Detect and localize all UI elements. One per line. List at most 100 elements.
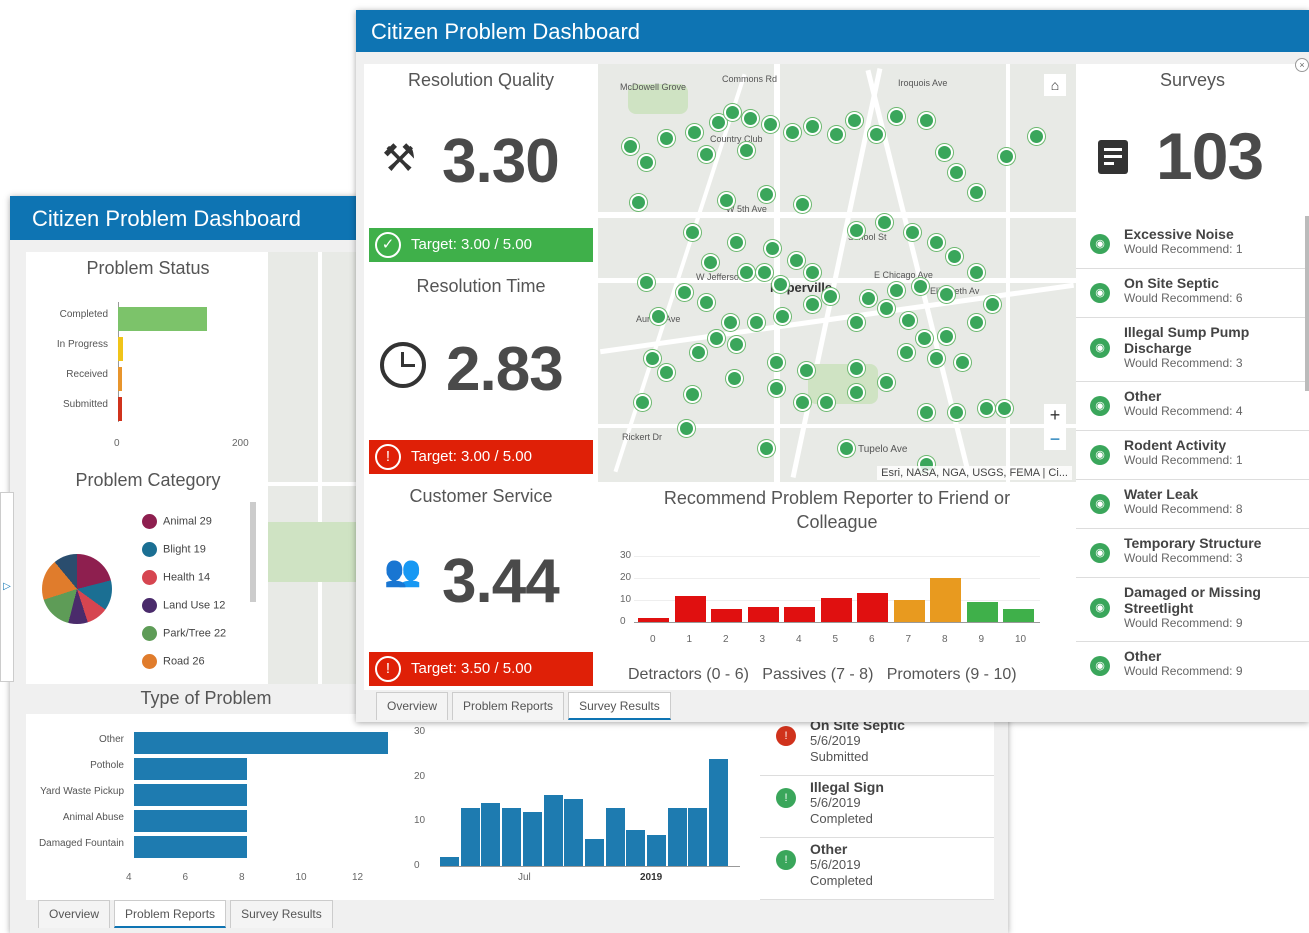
map-problem-marker[interactable]	[774, 308, 791, 325]
map-problem-marker[interactable]	[686, 124, 703, 141]
map-problem-marker[interactable]	[978, 400, 995, 417]
map-problem-marker[interactable]	[794, 394, 811, 411]
map-problem-marker[interactable]	[984, 296, 1001, 313]
survey-item[interactable]: ◉ Rodent Activity Would Recommend: 1	[1076, 431, 1309, 480]
map-problem-marker[interactable]	[848, 314, 865, 331]
map-problem-marker[interactable]	[764, 240, 781, 257]
map-problem-marker[interactable]	[658, 364, 675, 381]
map-problem-marker[interactable]	[728, 336, 745, 353]
map-problem-marker[interactable]	[868, 126, 885, 143]
map-problem-marker[interactable]	[756, 264, 773, 281]
survey-item[interactable]: ◉ Other Would Recommend: 4	[1076, 382, 1309, 431]
survey-item[interactable]: ◉ On Site Septic Would Recommend: 6	[1076, 269, 1309, 318]
map-problem-marker[interactable]	[724, 104, 741, 121]
map-problem-marker[interactable]	[948, 164, 965, 181]
map-problem-marker[interactable]	[888, 282, 905, 299]
map-problem-marker[interactable]	[928, 350, 945, 367]
map-problem-marker[interactable]	[684, 224, 701, 241]
map-problem-marker[interactable]	[658, 130, 675, 147]
map-problem-marker[interactable]	[804, 296, 821, 313]
map-problem-marker[interactable]	[954, 354, 971, 371]
map-problem-marker[interactable]	[644, 350, 661, 367]
map-problem-marker[interactable]	[878, 300, 895, 317]
map-problem-marker[interactable]	[784, 124, 801, 141]
map-problem-marker[interactable]	[762, 116, 779, 133]
map-problem-marker[interactable]	[948, 404, 965, 421]
map-problem-marker[interactable]	[876, 214, 893, 231]
survey-item[interactable]: ◉ Water Leak Would Recommend: 8	[1076, 480, 1309, 529]
map-problem-marker[interactable]	[998, 148, 1015, 165]
problem-map[interactable]: NapervilleW 5th AveW JeffersonAurora Ave…	[598, 64, 1076, 482]
home-button[interactable]: ⌂	[1044, 74, 1066, 96]
survey-scrollbar[interactable]	[1305, 216, 1309, 391]
map-problem-marker[interactable]	[768, 380, 785, 397]
map-problem-marker[interactable]	[936, 144, 953, 161]
map-problem-marker[interactable]	[912, 278, 929, 295]
map-problem-marker[interactable]	[634, 394, 651, 411]
survey-item[interactable]: ◉ Excessive Noise Would Recommend: 1	[1076, 220, 1309, 269]
map-problem-marker[interactable]	[838, 440, 855, 457]
map-problem-marker[interactable]	[798, 362, 815, 379]
map-problem-marker[interactable]	[794, 196, 811, 213]
map-problem-marker[interactable]	[702, 254, 719, 271]
map-problem-marker[interactable]	[904, 224, 921, 241]
map-problem-marker[interactable]	[938, 286, 955, 303]
map-problem-marker[interactable]	[726, 370, 743, 387]
map-problem-marker[interactable]	[888, 108, 905, 125]
survey-item[interactable]: ◉ Temporary Structure Would Recommend: 3	[1076, 529, 1309, 578]
map-problem-marker[interactable]	[848, 384, 865, 401]
category-scrollbar[interactable]	[250, 502, 256, 602]
map-problem-marker[interactable]	[758, 440, 775, 457]
map-problem-marker[interactable]	[650, 308, 667, 325]
back-tab-overview[interactable]: Overview	[38, 900, 111, 928]
map-problem-marker[interactable]	[822, 288, 839, 305]
map-problem-marker[interactable]	[772, 276, 789, 293]
survey-item[interactable]: ◉ Illegal Sump Pump Discharge Would Recomm…	[1076, 318, 1309, 382]
map-problem-marker[interactable]	[968, 264, 985, 281]
map-problem-marker[interactable]	[968, 314, 985, 331]
map-problem-marker[interactable]	[708, 330, 725, 347]
map-problem-marker[interactable]	[698, 146, 715, 163]
map-problem-marker[interactable]	[900, 312, 917, 329]
map-problem-marker[interactable]	[848, 222, 865, 239]
map-problem-marker[interactable]	[638, 154, 655, 171]
map-problem-marker[interactable]	[630, 194, 647, 211]
front-tab-problem-reports[interactable]: Problem Reports	[452, 692, 565, 720]
map-problem-marker[interactable]	[848, 360, 865, 377]
report-item[interactable]: ! Illegal Sign 5/6/2019 Completed	[760, 776, 994, 838]
front-tab-overview[interactable]: Overview	[376, 692, 449, 720]
map-problem-marker[interactable]	[676, 284, 693, 301]
map-problem-marker[interactable]	[898, 344, 915, 361]
map-problem-marker[interactable]	[916, 330, 933, 347]
map-problem-marker[interactable]	[718, 192, 735, 209]
map-problem-marker[interactable]	[1028, 128, 1045, 145]
map-problem-marker[interactable]	[698, 294, 715, 311]
map-problem-marker[interactable]	[738, 142, 755, 159]
zoom-in-button[interactable]: +	[1044, 404, 1066, 426]
map-problem-marker[interactable]	[748, 314, 765, 331]
map-problem-marker[interactable]	[768, 354, 785, 371]
map-problem-marker[interactable]	[918, 112, 935, 129]
map-problem-marker[interactable]	[860, 290, 877, 307]
map-problem-marker[interactable]	[678, 420, 695, 437]
front-tab-survey-results[interactable]: Survey Results	[568, 692, 671, 720]
map-problem-marker[interactable]	[804, 264, 821, 281]
map-problem-marker[interactable]	[638, 274, 655, 291]
map-problem-marker[interactable]	[846, 112, 863, 129]
map-problem-marker[interactable]	[828, 126, 845, 143]
survey-item[interactable]: ◉ Other Would Recommend: 9	[1076, 642, 1309, 690]
map-problem-marker[interactable]	[938, 328, 955, 345]
map-problem-marker[interactable]	[946, 248, 963, 265]
map-problem-marker[interactable]	[722, 314, 739, 331]
map-problem-marker[interactable]	[818, 394, 835, 411]
report-item[interactable]: ! On Site Septic 5/6/2019 Submitted	[760, 714, 994, 776]
report-item[interactable]: ! Other 5/6/2019 Completed	[760, 838, 994, 900]
map-problem-marker[interactable]	[928, 234, 945, 251]
map-problem-marker[interactable]	[918, 404, 935, 421]
map-problem-marker[interactable]	[622, 138, 639, 155]
map-problem-marker[interactable]	[738, 264, 755, 281]
map-problem-marker[interactable]	[758, 186, 775, 203]
map-problem-marker[interactable]	[742, 110, 759, 127]
survey-item[interactable]: ◉ Damaged or Missing Streetlight Would Rec…	[1076, 578, 1309, 642]
close-icon[interactable]: ×	[1295, 58, 1309, 72]
